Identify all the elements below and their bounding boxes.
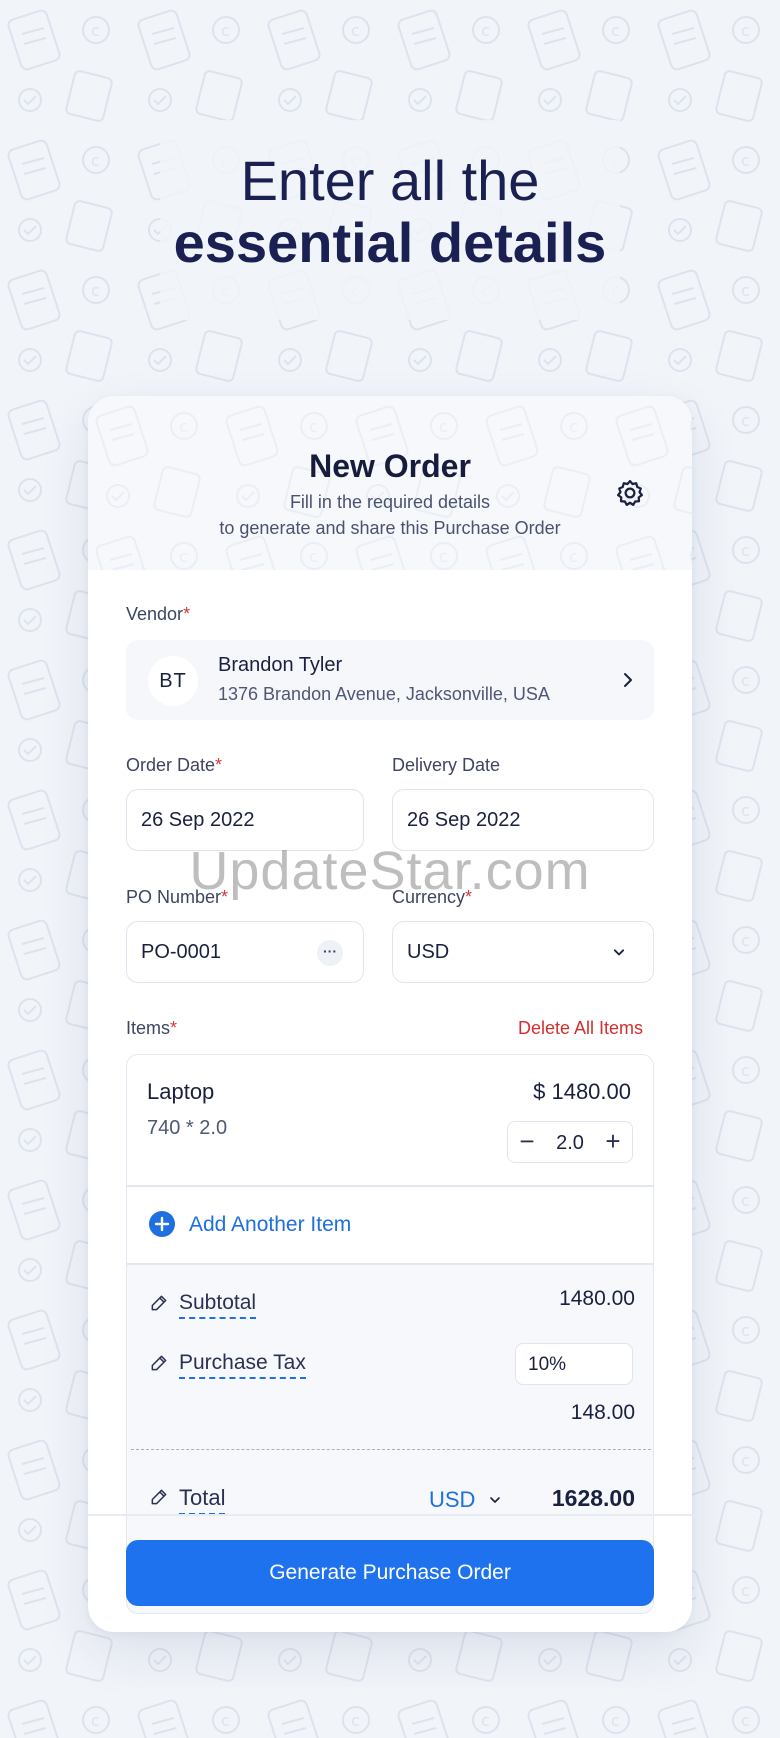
required-mark: *: [170, 1018, 178, 1038]
order-date-value: 26 Sep 2022: [141, 809, 255, 831]
pencil-icon[interactable]: [149, 1487, 169, 1507]
delivery-date-value: 26 Sep 2022: [407, 809, 521, 831]
total-value: 1628.00: [551, 1485, 635, 1511]
item-price: $ 1480.00: [533, 1079, 631, 1104]
chevron-down-icon: [613, 949, 625, 956]
card-header: New Order Fill in the required details t…: [88, 396, 692, 570]
items-label: Items*: [126, 1018, 178, 1038]
total-label[interactable]: Total: [179, 1485, 226, 1515]
tax-rate-input[interactable]: 10%: [515, 1343, 633, 1385]
currency-value: USD: [407, 941, 450, 963]
headline: Enter all the essential details: [0, 150, 780, 274]
item-calculation: 740 * 2.0: [147, 1117, 228, 1139]
increase-quantity-button[interactable]: +: [598, 1126, 628, 1156]
tax-rate-value: 10%: [528, 1354, 567, 1375]
vendor-address: 1376 Brandon Avenue, Jacksonville, USA: [218, 684, 550, 704]
required-mark: *: [215, 755, 223, 775]
items-list: Laptop $ 1480.00 740 * 2.0 − 2.0 + Add A…: [126, 1054, 654, 1614]
vendor-name: Brandon Tyler: [218, 654, 343, 676]
watermark: UpdateStar.com: [189, 841, 591, 901]
pencil-icon[interactable]: [149, 1353, 169, 1373]
page-subtitle-line-1: Fill in the required details: [289, 492, 491, 512]
quantity-stepper: − 2.0 +: [507, 1121, 633, 1163]
po-number-field[interactable]: PO-0001 ···: [126, 921, 364, 983]
vendor-selector[interactable]: BT Brandon Tyler 1376 Brandon Avenue, Ja…: [126, 640, 654, 720]
vendor-label: Vendor*: [126, 604, 191, 624]
dashed-divider: [131, 1449, 651, 1450]
avatar: BT: [148, 656, 198, 706]
page-title: New Order: [309, 448, 471, 484]
purchase-tax-label[interactable]: Purchase Tax: [179, 1351, 306, 1379]
po-number-value: PO-0001: [141, 941, 222, 963]
tax-value: 148.00: [570, 1401, 635, 1424]
currency-select[interactable]: USD: [392, 921, 654, 983]
quantity-value[interactable]: 2.0: [548, 1132, 592, 1155]
subtotal-value: 1480.00: [559, 1287, 635, 1310]
more-options-button[interactable]: ···: [317, 940, 343, 966]
chevron-right-icon: [624, 673, 632, 687]
decrease-quantity-button[interactable]: −: [512, 1126, 542, 1156]
order-date-label: Order Date*: [126, 755, 223, 775]
delivery-date-label: Delivery Date: [392, 755, 501, 775]
delete-all-items-button[interactable]: Delete All Items: [518, 1018, 643, 1039]
gear-icon[interactable]: [615, 478, 645, 508]
chevron-down-icon[interactable]: [487, 1492, 503, 1508]
add-item-button[interactable]: Add Another Item: [127, 1187, 653, 1263]
pencil-icon[interactable]: [149, 1293, 169, 1313]
headline-line-1: Enter all the: [240, 149, 540, 212]
generate-purchase-order-button[interactable]: Generate Purchase Order: [126, 1540, 654, 1606]
divider: [88, 1514, 692, 1516]
item-name: Laptop: [147, 1079, 215, 1104]
page-subtitle-line-2: to generate and share this Purchase Orde…: [219, 518, 561, 538]
purchase-order-card: New Order Fill in the required details t…: [88, 396, 692, 1632]
subtotal-label[interactable]: Subtotal: [179, 1291, 257, 1319]
required-mark: *: [183, 604, 191, 624]
add-item-label: Add Another Item: [189, 1213, 352, 1236]
headline-line-2: essential details: [173, 211, 607, 274]
plus-circle-icon: [149, 1211, 175, 1237]
total-currency-select[interactable]: USD: [429, 1487, 475, 1513]
